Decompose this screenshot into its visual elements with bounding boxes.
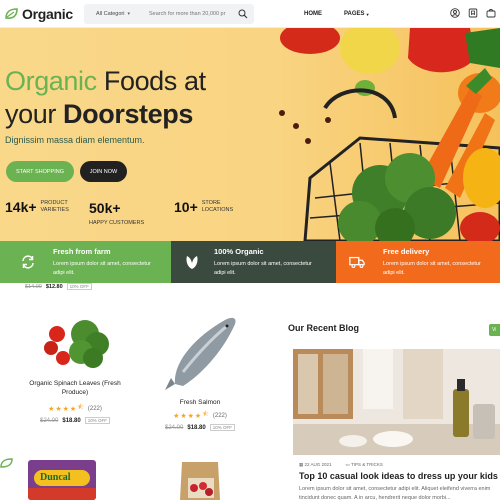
blog-post-title[interactable]: Top 10 casual look ideas to dress up you… — [299, 471, 498, 481]
stat-products: 14k+ PRODUCT VARIETIES — [5, 200, 69, 214]
product-image — [165, 317, 236, 390]
blog-post-image[interactable] — [293, 349, 500, 455]
stat-products-label2: VARIETIES — [40, 207, 69, 213]
kitchen-photo — [293, 349, 500, 455]
stat-customers-label: HAPPY CUSTOMERS — [89, 220, 145, 226]
new-price: $18.80 — [62, 417, 81, 424]
search-input[interactable] — [149, 11, 231, 17]
hero-title-line2: your — [5, 99, 56, 129]
rating-stars: ★★★★ ⯪ (222) — [48, 404, 102, 413]
search-bar: All Categori ▾ — [84, 4, 254, 24]
features-strip: Fresh from farm Lorem ipsum dolor sit am… — [0, 241, 500, 283]
product-name-line1: Organic Spinach Leaves (Fresh — [29, 380, 121, 387]
new-price: $18.80 — [187, 424, 206, 431]
rating-count: (222) — [87, 405, 102, 412]
category-select[interactable]: All Categori ▾ — [84, 11, 144, 17]
refresh-icon — [22, 255, 34, 269]
stat-locations-label1: STORE — [201, 200, 221, 206]
feature-text-line2: adipi elit. — [53, 269, 75, 276]
stat-locations-label2: LOCATIONS — [201, 207, 234, 213]
leaf-badge-icon — [0, 458, 13, 468]
blog-date-text: 22 AUG 2021 — [304, 462, 332, 467]
logo[interactable]: Organic — [5, 6, 85, 22]
blog-post-excerpt: Lorem ipsum dolor sit amet, consectetur … — [299, 485, 499, 503]
old-price: $24.00 — [40, 417, 59, 424]
package-brand-label: Duncal — [40, 472, 71, 483]
product-price: $24.00 $18.80 10% OFF — [135, 424, 265, 431]
hero-subtitle: Dignissim massa diam elementum. — [5, 135, 145, 145]
feature-text-line1: Lorem ipsum dolor sit amet, consectetur — [214, 260, 312, 267]
view-all-button[interactable]: Vi — [489, 324, 500, 336]
blog-post-category: ▭ TIPS & TRICKS — [345, 462, 383, 467]
feature-text-line2: adipi elit. — [214, 269, 236, 276]
feature-text-line1: Lorem ipsum dolor sit amet, consectetur — [383, 260, 481, 267]
hero-title-bold: Doorsteps — [63, 99, 193, 129]
blog-post-date: ▦ 22 AUG 2021 — [299, 462, 332, 467]
product-name-line2: Produce) — [61, 389, 89, 396]
old-price: $14.00 — [25, 283, 42, 290]
bookmark-icon[interactable] — [468, 8, 478, 18]
product-price: $24.00 $18.80 10% OFF — [10, 417, 140, 424]
stat-customers: 50k+ HAPPY CUSTOMERS — [89, 200, 144, 227]
product-name: Fresh Salmon — [179, 399, 221, 406]
stat-locations-number: 10+ — [174, 199, 198, 215]
chevron-down-icon: ▾ — [127, 11, 130, 17]
old-price: $24.00 — [165, 424, 184, 431]
search-icon[interactable] — [238, 9, 248, 19]
stat-products-label1: PRODUCT — [40, 200, 68, 206]
blog-category-text: TIPS & TRICKS — [350, 462, 383, 467]
feature-text-line2: adipi elit. — [383, 269, 405, 276]
start-shopping-button[interactable]: START SHOPPING — [6, 161, 74, 182]
truck-icon — [349, 256, 365, 268]
bag-icon[interactable] — [486, 8, 496, 18]
vegetable-basket-image — [279, 28, 500, 241]
nav-pages[interactable]: PAGES ▼ — [344, 11, 370, 17]
feature-title: 100% Organic — [214, 246, 264, 256]
main-nav: HOME PAGES ▼ — [304, 0, 392, 28]
nav-home-label: HOME — [304, 11, 322, 17]
feature-organic: 100% Organic Lorem ipsum dolor sit amet,… — [171, 241, 336, 283]
new-price: $12.80 — [45, 283, 63, 290]
feature-text-line1: Lorem ipsum dolor sit amet, consectetur — [53, 260, 151, 267]
hero-title-highlight: Organic — [5, 66, 97, 96]
stat-customers-number: 50k+ — [89, 200, 121, 216]
nav-pages-label: PAGES — [344, 11, 365, 17]
feature-title: Fresh from farm — [53, 246, 111, 256]
product-image — [44, 320, 109, 368]
user-icon[interactable] — [450, 8, 460, 18]
nav-home[interactable]: HOME — [304, 11, 322, 17]
blog-post-meta: ▦ 22 AUG 2021 ▭ TIPS & TRICKS — [299, 462, 397, 468]
blog-section-title: Our Recent Blog — [288, 323, 360, 333]
join-now-button[interactable]: JOIN NOW — [80, 161, 127, 182]
hero-banner: Organic Foods at your Doorsteps Dignissi… — [0, 28, 500, 241]
site-header: Organic All Categori ▾ HOME PAGES▼ — [0, 0, 500, 28]
feature-title: Free delivery — [383, 246, 430, 256]
discount-badge: 10% OFF — [84, 417, 110, 424]
blog-excerpt-line1: Lorem ipsum dolor sit amet, consectetur … — [299, 486, 491, 492]
stat-products-number: 14k+ — [5, 199, 37, 215]
rating-count: (222) — [212, 412, 227, 419]
logo-leaf-icon — [5, 7, 18, 19]
hero-title-rest: Foods at — [103, 66, 206, 96]
product-name: Organic Spinach Leaves (Fresh Produce) — [10, 379, 140, 397]
partial-product-price: $14.00 $12.80 10% OFF — [25, 283, 92, 290]
product-image[interactable]: Duncal — [28, 460, 96, 500]
product-image[interactable] — [178, 458, 222, 500]
product-card[interactable]: Organic Spinach Leaves (Fresh Produce) ★… — [10, 312, 140, 424]
stat-locations: 10+ STORE LOCATIONS — [174, 200, 233, 214]
feature-fresh-from-farm: Fresh from farm Lorem ipsum dolor sit am… — [0, 241, 171, 283]
caret-down-icon: ▼ — [365, 11, 370, 17]
header-icons — [442, 8, 496, 18]
leaf-icon — [186, 256, 198, 269]
blog-excerpt-line2: tincidunt donec quam. A in arcu, hendrer… — [299, 495, 451, 501]
category-select-value: All Categori — [96, 11, 125, 17]
discount-badge: 10% OFF — [209, 424, 235, 431]
hero-title: Organic Foods at your Doorsteps — [5, 65, 206, 131]
feature-free-delivery: Free delivery Lorem ipsum dolor sit amet… — [336, 241, 500, 283]
rating-stars: ★★★★ ⯪ (222) — [173, 411, 227, 420]
discount-badge: 10% OFF — [66, 283, 92, 290]
product-card[interactable]: Fresh Salmon ★★★★ ⯪ (222) $24.00 $18.80 10… — [135, 312, 265, 431]
logo-text: Organic — [22, 5, 73, 22]
